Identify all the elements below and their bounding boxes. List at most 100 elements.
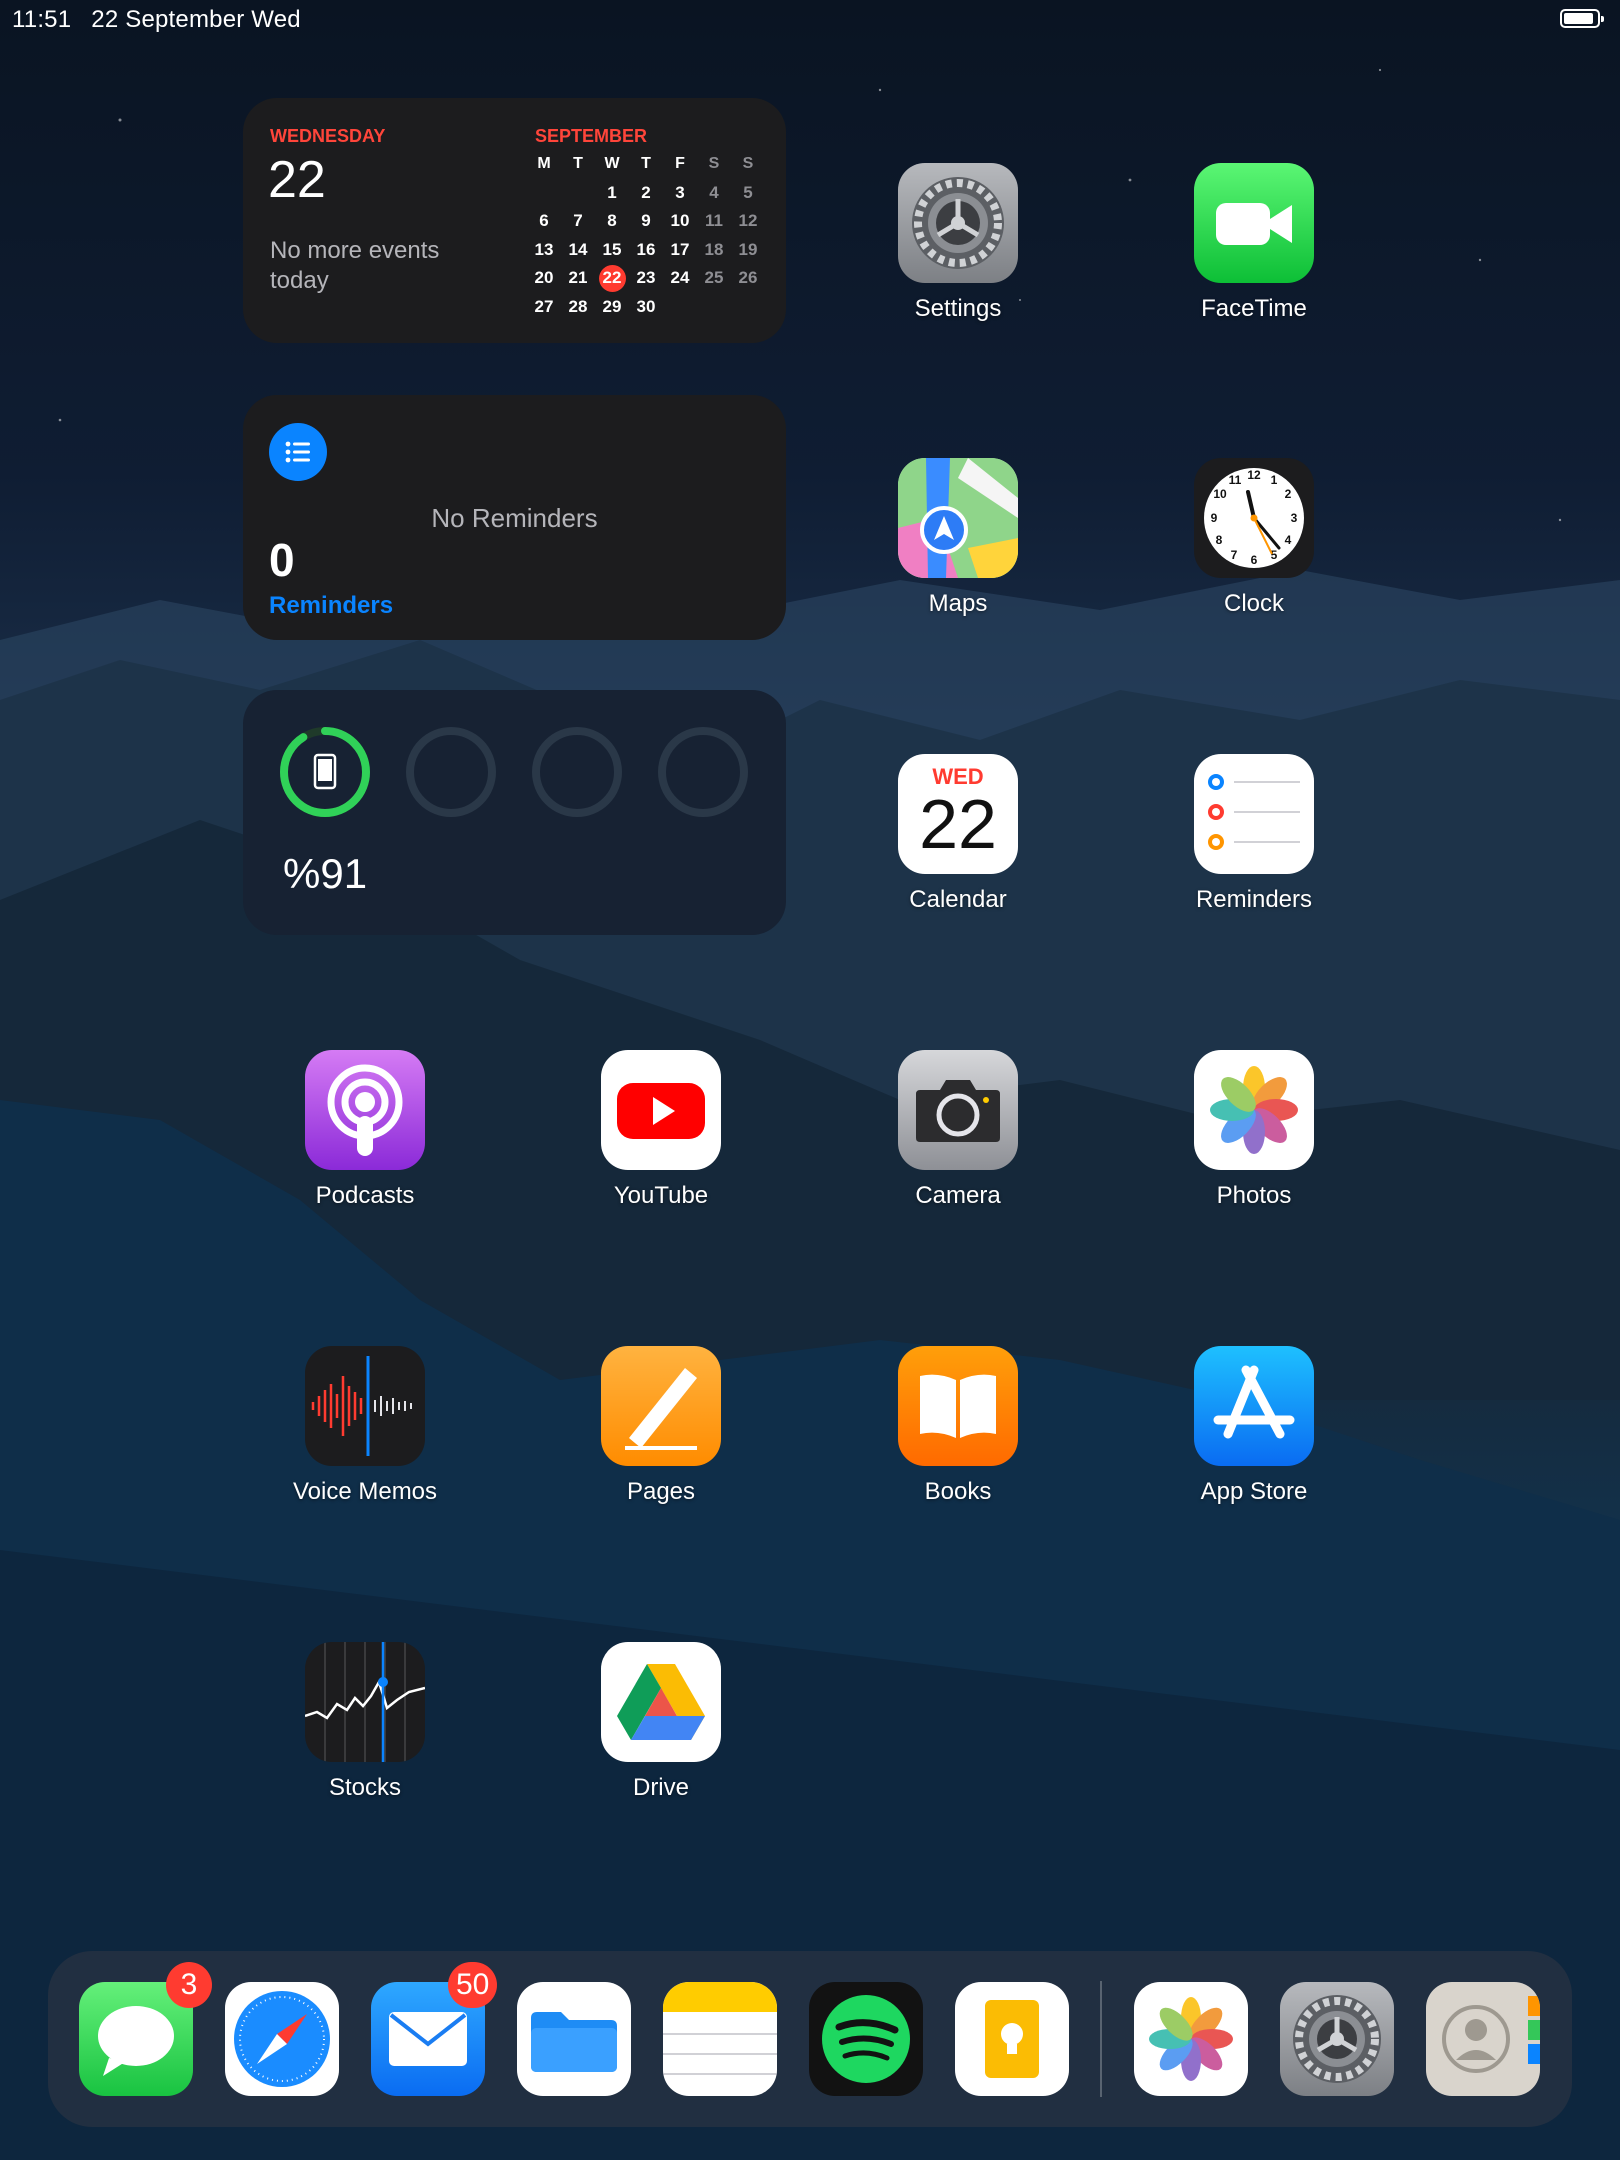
play-icon bbox=[601, 1050, 721, 1170]
calendar-date: 26 bbox=[738, 268, 758, 288]
calendar-date: 14 bbox=[568, 239, 588, 259]
calendar-date: 3 bbox=[675, 182, 685, 202]
dock-keynote[interactable] bbox=[955, 1982, 1069, 2096]
clock-icon: 12 1 2 3 4 5 6 7 8 9 10 11 bbox=[1194, 458, 1314, 578]
dock-spotify[interactable] bbox=[809, 1982, 923, 2096]
dock-notes[interactable] bbox=[663, 1982, 777, 2096]
dock-photos[interactable] bbox=[1134, 1982, 1248, 2096]
dock-contacts[interactable] bbox=[1426, 1982, 1540, 2096]
svg-text:3: 3 bbox=[1291, 511, 1298, 525]
calendar-weekday-header: M bbox=[537, 155, 551, 173]
calendar-date: 16 bbox=[636, 239, 656, 259]
app-reminders[interactable]: Reminders bbox=[1134, 754, 1374, 914]
calendar-no-events: No more events today bbox=[270, 237, 440, 294]
calendar-date: 8 bbox=[607, 211, 617, 231]
app-label: Stocks bbox=[328, 1774, 402, 1801]
app-label: Clock bbox=[1223, 590, 1284, 617]
app-facetime[interactable]: FaceTime bbox=[1134, 163, 1374, 323]
svg-text:7: 7 bbox=[1231, 548, 1238, 562]
video-camera-icon bbox=[1194, 163, 1314, 283]
app-maps[interactable]: Maps bbox=[838, 458, 1078, 618]
batteries-widget[interactable]: %91 bbox=[243, 690, 786, 935]
app-settings[interactable]: Settings bbox=[838, 163, 1078, 323]
calendar-date bbox=[697, 293, 731, 322]
calendar-date: 24 bbox=[670, 268, 690, 288]
dock bbox=[48, 1951, 1572, 2127]
calendar-date bbox=[663, 293, 697, 322]
calendar-date bbox=[561, 179, 595, 208]
book-icon bbox=[898, 1346, 1018, 1466]
app-podcasts[interactable]: Podcasts bbox=[245, 1050, 485, 1210]
calendar-date: 10 bbox=[670, 211, 690, 231]
calendar-date: 25 bbox=[704, 268, 724, 288]
calendar-date: 12 bbox=[738, 211, 758, 231]
app-label: Settings bbox=[914, 295, 1002, 322]
svg-text:2: 2 bbox=[1285, 487, 1292, 501]
app-youtube[interactable]: YouTube bbox=[541, 1050, 781, 1210]
messages-badge: 3 bbox=[166, 1962, 212, 2008]
dock-safari[interactable] bbox=[225, 1982, 339, 2096]
app-app-store[interactable]: App Store bbox=[1134, 1346, 1374, 1506]
app-calendar[interactable]: WED 22 Calendar bbox=[838, 754, 1078, 914]
calendar-date: 30 bbox=[636, 296, 656, 316]
app-books[interactable]: Books bbox=[838, 1346, 1078, 1506]
empty-battery-ring bbox=[406, 727, 496, 817]
pen-icon bbox=[601, 1346, 721, 1466]
dock-settings[interactable] bbox=[1280, 1982, 1394, 2096]
calendar-date: 23 bbox=[636, 268, 656, 288]
flower-icon bbox=[1149, 1997, 1233, 2081]
calendar-icon: WED 22 bbox=[898, 754, 1018, 874]
calendar-weekday-header: T bbox=[573, 155, 583, 173]
checklist-icon bbox=[1194, 754, 1314, 874]
battery-fill bbox=[1564, 13, 1593, 24]
reminders-widget[interactable]: No Reminders 0 Reminders bbox=[243, 395, 786, 640]
app-stocks[interactable]: Stocks bbox=[245, 1642, 485, 1802]
calendar-date bbox=[731, 293, 765, 322]
status-date: 22 September Wed bbox=[91, 6, 301, 33]
reminders-count: 0 bbox=[269, 534, 295, 586]
dock-files[interactable] bbox=[517, 1982, 631, 2096]
calendar-date: 9 bbox=[641, 211, 651, 231]
app-photos[interactable]: Photos bbox=[1134, 1050, 1374, 1210]
svg-text:11: 11 bbox=[1229, 473, 1242, 487]
app-voice-memos[interactable]: Voice Memos bbox=[245, 1346, 485, 1506]
calendar-date: 1 bbox=[607, 182, 617, 202]
compass-icon bbox=[234, 1991, 330, 2087]
flower-icon bbox=[1194, 1050, 1314, 1170]
app-label: FaceTime bbox=[1201, 295, 1307, 322]
status-time: 11:51 bbox=[12, 6, 72, 33]
calendar-today: 22 bbox=[598, 264, 626, 292]
app-label: App Store bbox=[1200, 1478, 1308, 1505]
app-clock[interactable]: 12 1 2 3 4 5 6 7 8 9 10 11 Clock bbox=[1134, 458, 1374, 618]
app-label: Books bbox=[924, 1478, 992, 1505]
app-drive[interactable]: Drive bbox=[541, 1642, 781, 1802]
camera-icon bbox=[898, 1050, 1018, 1170]
app-label: Calendar bbox=[909, 886, 1007, 913]
calendar-date: 13 bbox=[534, 239, 554, 259]
map-icon bbox=[898, 458, 1018, 578]
svg-text:12: 12 bbox=[1247, 468, 1261, 482]
podcast-icon bbox=[305, 1050, 425, 1170]
app-pages[interactable]: Pages bbox=[541, 1346, 781, 1506]
mail-badge: 50 bbox=[448, 1962, 498, 2008]
calendar-weekday-header: S bbox=[742, 155, 754, 173]
drive-icon bbox=[601, 1642, 721, 1762]
svg-text:4: 4 bbox=[1285, 533, 1292, 547]
calendar-date: 15 bbox=[602, 239, 622, 259]
dock-separator bbox=[1100, 1981, 1102, 2097]
spotify-icon bbox=[822, 1995, 910, 2083]
empty-battery-ring bbox=[658, 727, 748, 817]
calendar-weekday-header: F bbox=[675, 155, 685, 173]
svg-text:8: 8 bbox=[1216, 533, 1223, 547]
calendar-date: 28 bbox=[568, 296, 588, 316]
calendar-date: 11 bbox=[705, 211, 723, 231]
device-battery-ring bbox=[280, 727, 370, 817]
app-label: Photos bbox=[1216, 1182, 1292, 1209]
calendar-date: 29 bbox=[602, 296, 622, 316]
calendar-widget[interactable]: WEDNESDAY 22 No more events today SEPTEM… bbox=[243, 98, 786, 343]
app-camera[interactable]: Camera bbox=[838, 1050, 1078, 1210]
app-label: Drive bbox=[632, 1774, 689, 1801]
reminders-empty-text: No Reminders bbox=[431, 503, 598, 533]
calendar-date: 4 bbox=[709, 182, 719, 202]
list-icon bbox=[269, 423, 327, 481]
